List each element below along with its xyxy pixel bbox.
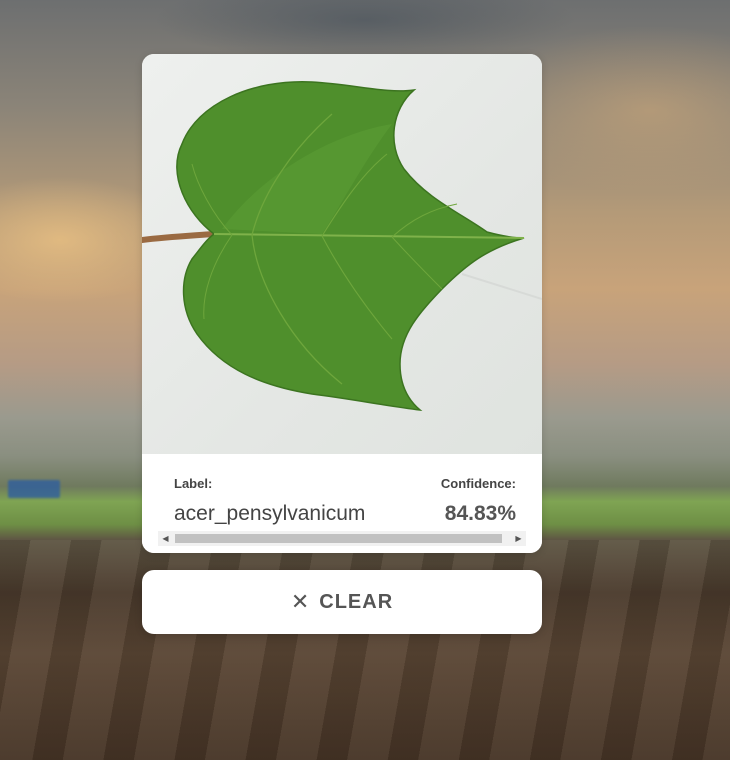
scroll-right-arrow-icon[interactable]: ▶ bbox=[511, 531, 526, 546]
scrollbar-thumb[interactable] bbox=[175, 534, 502, 543]
scroll-left-arrow-icon[interactable]: ◀ bbox=[158, 531, 173, 546]
confidence-value: 84.83% bbox=[444, 502, 516, 525]
horizontal-scrollbar[interactable]: ◀ ▶ bbox=[158, 531, 526, 546]
background-detail bbox=[8, 480, 60, 498]
prediction-result: Label: Confidence: acer_pensylvanicum 84… bbox=[142, 454, 542, 553]
clear-button[interactable]: ✕ CLEAR bbox=[142, 570, 542, 634]
confidence-heading: Confidence: bbox=[440, 476, 516, 491]
close-icon: ✕ bbox=[290, 589, 310, 614]
prediction-card: Label: Confidence: acer_pensylvanicum 84… bbox=[142, 54, 542, 553]
label-heading: Label: bbox=[174, 476, 213, 491]
predicted-label: acer_pensylvanicum bbox=[174, 502, 366, 525]
clear-button-label: CLEAR bbox=[319, 590, 394, 613]
uploaded-leaf-image bbox=[142, 54, 542, 454]
